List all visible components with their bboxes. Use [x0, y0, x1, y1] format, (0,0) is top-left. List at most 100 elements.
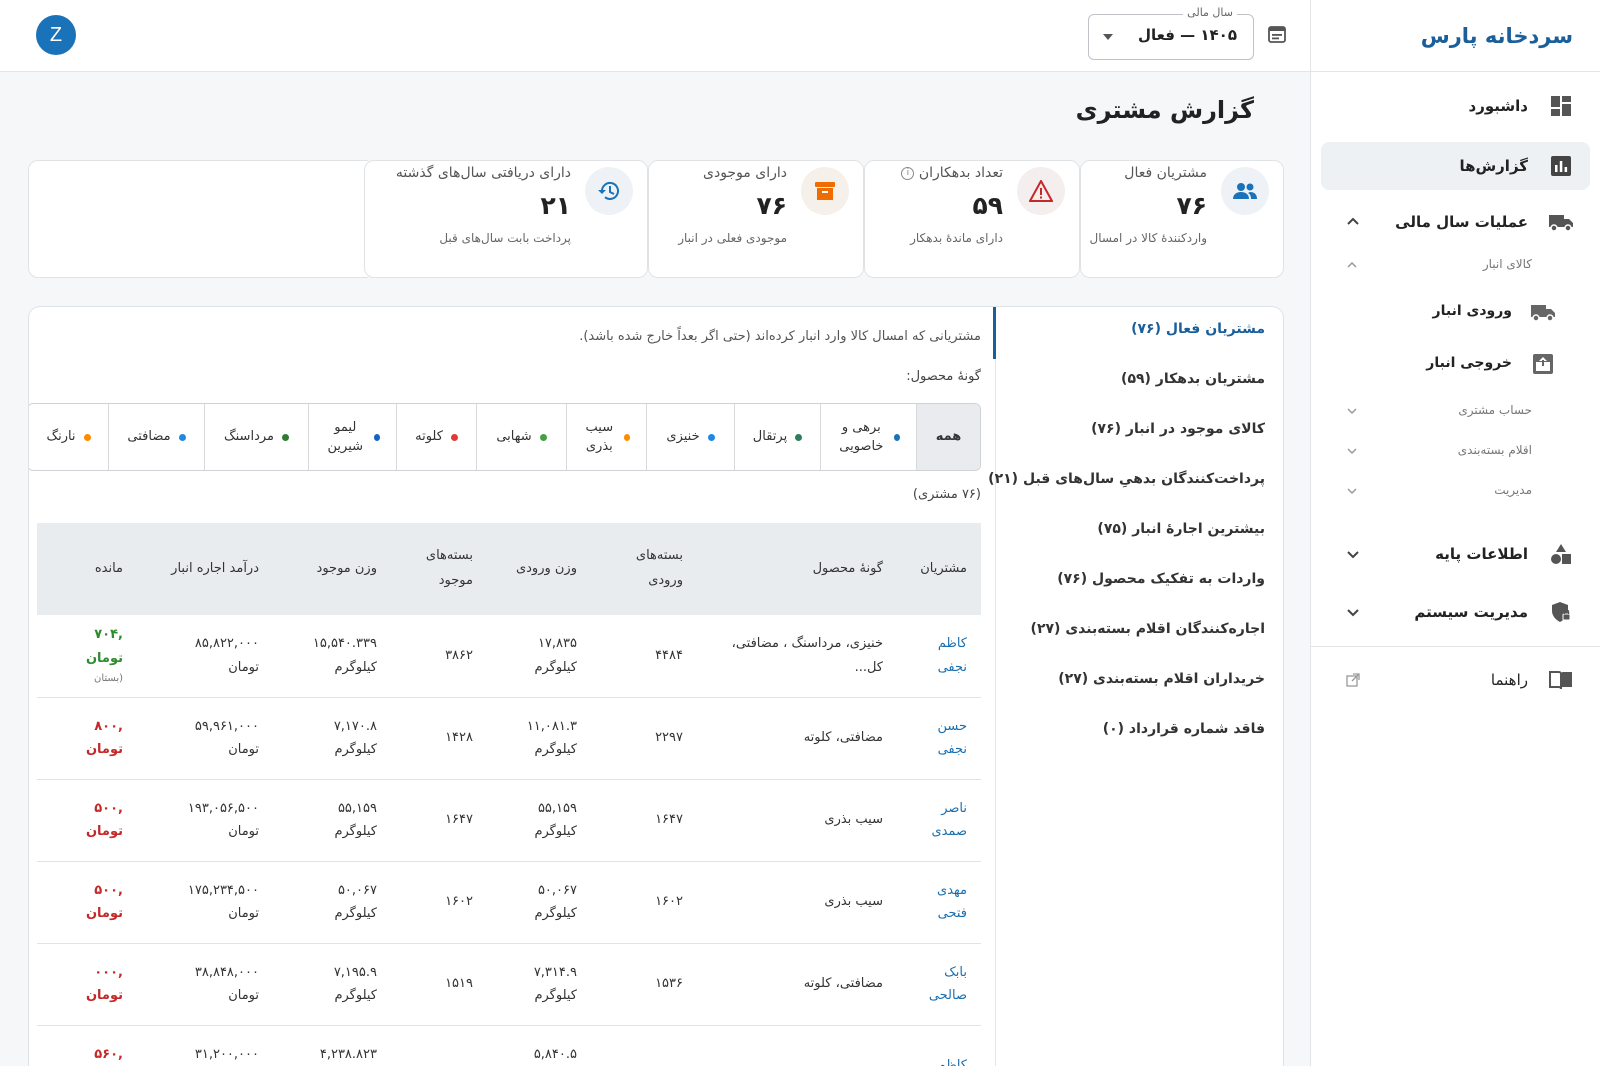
- page-title: گزارش مشتری: [1075, 96, 1254, 124]
- sidebar-group-warehouse-goods[interactable]: کالای انبار: [1321, 254, 1590, 278]
- report-nav-item-no-contract[interactable]: فاقد شماره قرارداد (۰): [1103, 721, 1265, 737]
- sidebar-group-customer-account[interactable]: حساب مشتری: [1321, 400, 1590, 424]
- sidebar-item-base-info[interactable]: اطلاعات پایه: [1321, 530, 1590, 578]
- unit-label: تومان: [85, 824, 123, 839]
- sidebar-item-reports[interactable]: گزارش‌ها: [1321, 142, 1590, 190]
- in-weight-value: ۱۷,۸۳۵: [537, 636, 577, 652]
- chip-product-type[interactable]: برهی و خاصویی: [820, 404, 916, 470]
- table-row[interactable]: مهدی فتحی سیب بذری ۱۶۰۲ ۵۰,۰۶۷ کیلوگرم ۱۶۰۲ ۵۰…: [37, 861, 981, 944]
- sidebar-group-management[interactable]: مدیریت: [1321, 480, 1590, 504]
- chevron-up-icon[interactable]: [1343, 212, 1363, 232]
- balance-value: ,۸۰۰: [94, 718, 123, 734]
- kpi-card-has-stock[interactable]: دارای موجودی ۷۶ موجودی فعلی در انبار: [648, 160, 864, 278]
- column-header[interactable]: بسته‌های ورودی: [591, 523, 697, 615]
- cell-balance: ,۰۰۰ تومان: [37, 943, 137, 1026]
- result-count: (۷۶ مشتری): [912, 487, 981, 502]
- sidebar-item-fiscal-ops[interactable]: عملیات سال مالی: [1321, 198, 1590, 246]
- cell-customer[interactable]: ناصر صمدی: [897, 779, 981, 862]
- unit-label: کیلوگرم: [534, 988, 577, 1003]
- cell-customer[interactable]: بابک صالحی: [897, 943, 981, 1026]
- chip-product-type[interactable]: مرداسنگ: [204, 404, 308, 470]
- chip-product-type[interactable]: پرتقال: [734, 404, 820, 470]
- cell-customer[interactable]: مهدی فتحی: [897, 861, 981, 944]
- in-weight-value: ۷,۳۱۴.۹: [533, 964, 577, 980]
- chip-product-type[interactable]: شهابی: [476, 404, 566, 470]
- unit-label: کیلوگرم: [334, 742, 377, 757]
- external-link-icon: [1343, 670, 1363, 690]
- rent-income-value: ۵۹,۹۶۱,۰۰۰: [194, 718, 259, 734]
- brand-logo[interactable]: سردخانه پارس: [1311, 0, 1600, 72]
- cell-customer[interactable]: حسن نجفی: [897, 697, 981, 780]
- kpi-card-active-customers[interactable]: مشتریان فعال ۷۶ واردکنندهٔ کالا در امسال: [1080, 160, 1284, 278]
- report-nav-item-stock[interactable]: کالای موجود در انبار (۷۶): [1091, 421, 1265, 437]
- sidebar-item-dashboard[interactable]: داشبورد: [1321, 82, 1590, 130]
- rent-income-value: ۳۸,۸۴۸,۰۰۰: [194, 964, 259, 980]
- table-row[interactable]: حسن نجفی مضافتی، کلوته ۲۲۹۷ ۱۱,۰۸۱.۳ کیلوگرم…: [37, 697, 981, 780]
- cell-in-packages: ۴۴۸۴: [591, 615, 697, 698]
- fiscal-year-value: ۱۴۰۵ — فعال: [1137, 26, 1237, 44]
- column-header[interactable]: وزن موجود: [273, 523, 391, 615]
- product-type-text: مضافتی، کلوته: [803, 730, 883, 746]
- chip-product-type[interactable]: نارنگ: [29, 404, 108, 470]
- unit-label: کیلوگرم: [334, 988, 377, 1003]
- report-nav-item-top-rent[interactable]: بیشترین اجارهٔ انبار (۷۵): [1097, 521, 1265, 537]
- customer-link: حسن نجفی: [937, 718, 967, 757]
- cell-product-type: مضافتی، کلوته: [697, 697, 897, 780]
- kpi-value: ۵۹: [972, 191, 1003, 220]
- chip-all[interactable]: همه: [916, 404, 980, 470]
- sidebar-item-warehouse-in[interactable]: ورودی انبار: [1321, 292, 1590, 332]
- product-type-text: سیب بذری: [824, 894, 883, 910]
- column-header[interactable]: وزن ورودی: [487, 523, 591, 615]
- color-dot-icon: [373, 433, 380, 441]
- rent-income-value: ۱۷۵,۲۳۴,۵۰۰: [187, 882, 259, 898]
- chip-product-type[interactable]: کلوته: [396, 404, 476, 470]
- table-row[interactable]: کاظم۵,۸۴۰.۵کیلوگرم۴,۲۳۸.۸۲۳کیلوگرم۳۱,۲۰۰…: [37, 1025, 981, 1066]
- kpi-strip-background: [28, 160, 368, 278]
- report-nav-item-imports-by-product[interactable]: واردات به تفکیک محصول (۷۶): [1057, 571, 1265, 587]
- column-header[interactable]: مشتریان: [897, 523, 981, 615]
- report-nav-item-past-debt-payers[interactable]: پرداخت‌کنندگان بدهیِ سال‌های قبل (۲۱): [988, 471, 1265, 487]
- report-nav-item-debtors[interactable]: مشتریان بدهکار (۵۹): [1121, 371, 1265, 387]
- calendar-icon[interactable]: [1265, 24, 1287, 46]
- in-packages-value: ۴۴۸۴: [655, 648, 683, 664]
- table-row[interactable]: بابک صالحی مضافتی، کلوته ۱۵۳۶ ۷,۳۱۴.۹ کیلوگر…: [37, 943, 981, 1026]
- product-type-text: سیب بذری: [824, 812, 883, 828]
- sidebar-label-base-info: اطلاعات پایه: [1435, 545, 1528, 563]
- in-weight-value: ۵۰,۰۶۷: [537, 882, 577, 898]
- table-row[interactable]: ناصر صمدی سیب بذری ۱۶۴۷ ۵۵,۱۵۹ کیلوگرم ۱۶۴۷ ۵۵…: [37, 779, 981, 862]
- kpi-card-past-year-payments[interactable]: دارای دریافتی سال‌های گذشته ۲۱ پرداخت با…: [364, 160, 648, 278]
- info-icon[interactable]: i: [901, 166, 915, 180]
- sidebar-item-guide[interactable]: راهنما: [1321, 656, 1590, 704]
- chip-product-type[interactable]: مضافتی: [108, 404, 204, 470]
- avatar[interactable]: Z: [36, 15, 76, 55]
- report-card: مشتریان فعال (۷۶) مشتریان بدهکار (۵۹) کا…: [28, 306, 1284, 1066]
- unit-label: تومان: [228, 824, 259, 839]
- cell-customer[interactable]: کاظم: [897, 1025, 981, 1066]
- chevron-down-icon[interactable]: [1343, 544, 1363, 564]
- sidebar-divider: [1311, 646, 1600, 647]
- chip-product-type[interactable]: سیب بذری: [566, 404, 646, 470]
- kpi-sub: پرداخت بابت سال‌های قبل: [439, 231, 571, 245]
- kpi-card-debtors[interactable]: تعداد بدهکاران i ۵۹ دارای ماندهٔ بدهکار: [864, 160, 1080, 278]
- stock-weight-value: ۷,۱۹۵.۹: [333, 964, 377, 980]
- sidebar-group-packaging-items[interactable]: اقلام بسته‌بندی: [1321, 440, 1590, 464]
- column-header[interactable]: بسته‌های موجود: [391, 523, 487, 615]
- sidebar-item-system-admin[interactable]: مدیریت سیستم: [1321, 588, 1590, 636]
- cell-stock-weight: ۷,۱۷۰.۸ کیلوگرم: [273, 697, 391, 780]
- chip-product-type[interactable]: لیمو شیرین: [308, 404, 396, 470]
- column-header[interactable]: گونهٔ محصول: [697, 523, 897, 615]
- column-header[interactable]: درآمد اجاره انبار: [137, 523, 273, 615]
- chevron-down-icon[interactable]: [1343, 602, 1363, 622]
- chip-product-type[interactable]: خنیزی: [646, 404, 734, 470]
- unit-label: کیلوگرم: [534, 659, 577, 675]
- cell-customer[interactable]: کاظم نجفی: [897, 615, 981, 698]
- report-nav-item-active-customers[interactable]: مشتریان فعال (۷۶): [1131, 321, 1265, 337]
- table-row[interactable]: کاظم نجفی خنیزی، مرداسنگ ، مضافتی، کل... ۴…: [37, 615, 981, 698]
- product-type-filter: همه برهی و خاصویی پرتقال خنیزی سیب بذری …: [29, 403, 981, 471]
- report-nav-item-packaging-renters[interactable]: اجاره‌کنندگان اقلام بسته‌بندی (۲۷): [1031, 621, 1265, 637]
- fiscal-year-select[interactable]: سال مالی ۱۴۰۵ — فعال: [1088, 6, 1254, 60]
- users-icon: [1221, 167, 1269, 215]
- column-header[interactable]: مانده: [37, 523, 137, 615]
- sidebar-item-warehouse-out[interactable]: خروجی انبار: [1321, 344, 1590, 384]
- report-nav-item-packaging-buyers[interactable]: خریداران اقلام بسته‌بندی (۲۷): [1058, 671, 1265, 687]
